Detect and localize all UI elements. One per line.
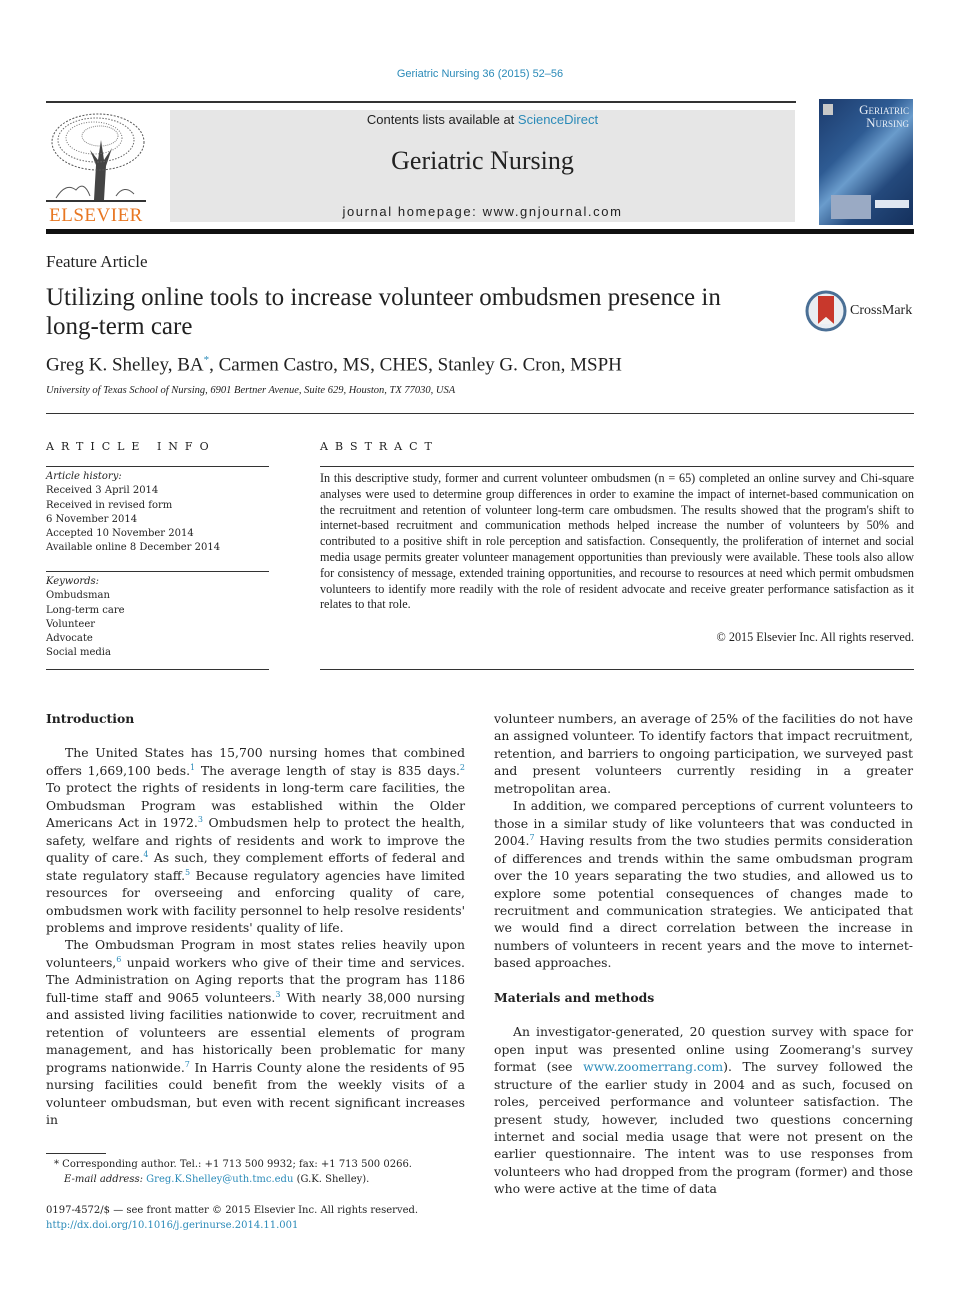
corresponding-author-note: * Corresponding author. Tel.: +1 713 500… [46,1157,412,1187]
crossmark-button[interactable]: CrossMark [805,290,912,332]
issn-line: 0197-4572/$ — see front matter © 2015 El… [46,1205,419,1216]
abstract-rule [320,466,914,467]
article-history-heading: Article history: [46,471,122,482]
author-list: Greg K. Shelley, BA*, Carmen Castro, MS,… [46,354,622,376]
paragraph: In addition, we compared perceptions of … [494,798,913,971]
reference-link[interactable]: 6 [116,955,121,964]
author-name[interactable]: Carmen Castro, MS, CHES [219,354,429,375]
elsevier-logo[interactable]: ELSEVIER [46,110,146,226]
reference-link[interactable]: 3 [198,815,203,824]
email-label: E-mail address: [64,1174,143,1185]
doi-link[interactable]: http://dx.doi.org/10.1016/j.gerinurse.20… [46,1220,298,1231]
section-heading-introduction: Introduction [46,711,135,726]
reference-link[interactable]: 1 [190,763,195,772]
journal-cover-thumbnail[interactable]: Geriatric Nursing [819,99,913,225]
journal-title: Geriatric Nursing [391,146,574,175]
history-item: 6 November 2014 [46,513,138,525]
reference-link[interactable]: 2 [460,763,465,772]
history-item: Received in revised form [46,499,173,511]
journal-masthead: Contents lists available at ScienceDirec… [170,110,795,222]
author-name[interactable]: Greg K. Shelley, BA [46,354,204,375]
cover-title: Geriatric Nursing [859,103,909,129]
author-name[interactable]: Stanley G. Cron, MSPH [438,354,622,375]
email-link[interactable]: Greg.K.Shelley@uth.tmc.edu [146,1174,293,1185]
cover-badge [875,200,909,208]
corresponding-author-text: * Corresponding author. Tel.: +1 713 500… [54,1159,412,1170]
issn-block: 0197-4572/$ — see front matter © 2015 El… [46,1203,418,1233]
keywords: Keywords: Ombudsman Long-term care Volun… [46,575,125,661]
abstract-heading: ABSTRACT [320,440,439,453]
article-title: Utilizing online tools to increase volun… [46,284,721,340]
inline-url-link[interactable]: www.zoomerrang.com [583,1059,723,1074]
article-info-rule [46,466,269,467]
header-rule [46,101,796,103]
reference-link[interactable]: 7 [529,833,534,842]
title-divider [46,413,914,414]
journal-homepage[interactable]: journal homepage: www.gnjournal.com [170,204,795,219]
header-thick-rule [46,229,914,234]
reference-link[interactable]: 4 [143,850,148,859]
elsevier-tree-icon [46,113,146,202]
paragraph: The United States has 15,700 nursing hom… [46,745,465,935]
history-item: Received 3 April 2014 [46,485,159,497]
keyword: Volunteer [46,618,96,630]
cover-image-box [831,195,871,219]
abstract-bottom-rule [320,669,914,670]
cover-title-line2: Nursing [866,115,909,130]
article-history: Article history: Received 3 April 2014 R… [46,470,220,556]
keyword: Advocate [46,633,93,645]
email-suffix: (G.K. Shelley). [293,1174,370,1185]
history-item: Available online 8 December 2014 [46,542,221,554]
footnote-rule [46,1153,106,1154]
contents-prefix: Contents lists available at [366,112,518,127]
history-item: Accepted 10 November 2014 [46,528,194,540]
citation-text[interactable]: Geriatric Nursing 36 (2015) 52–56 [397,68,563,80]
keywords-rule [46,571,269,572]
cover-publisher-icon [823,104,833,115]
paragraph-continuation: volunteer numbers, an average of 25% of … [494,711,914,796]
info-bottom-rule [46,669,269,670]
crossmark-label: CrossMark [850,303,913,318]
crossmark-icon [805,290,847,332]
elsevier-wordmark: ELSEVIER [49,205,143,226]
abstract-text: In this descriptive study, former and cu… [320,471,914,612]
article-info-heading: ARTICLE INFO [46,440,216,453]
body-column-left: Introduction The United States has 15,70… [46,710,465,1128]
keyword: Social media [46,647,111,659]
contents-line: Contents lists available at ScienceDirec… [170,112,795,127]
article-type: Feature Article [46,252,148,271]
corresponding-author-mark[interactable]: * [204,354,210,366]
body-column-right: volunteer numbers, an average of 25% of … [494,710,913,1198]
author-affiliation: University of Texas School of Nursing, 6… [46,385,456,396]
sciencedirect-link[interactable]: ScienceDirect [518,112,598,127]
section-heading-methods: Materials and methods [494,989,655,1005]
journal-citation-link[interactable]: Geriatric Nursing 36 (2015) 52–56 [0,68,960,80]
paragraph: An investigator-generated, 20 question s… [494,1024,913,1197]
keywords-heading: Keywords: [46,576,100,587]
paragraph: The Ombudsman Program in most states rel… [46,937,465,1127]
reference-link[interactable]: 3 [275,990,280,999]
abstract-copyright: © 2015 Elsevier Inc. All rights reserved… [716,630,914,644]
reference-link[interactable]: 5 [185,868,190,877]
keyword: Long-term care [46,604,125,616]
keyword: Ombudsman [46,590,110,602]
reference-link[interactable]: 7 [185,1059,190,1068]
